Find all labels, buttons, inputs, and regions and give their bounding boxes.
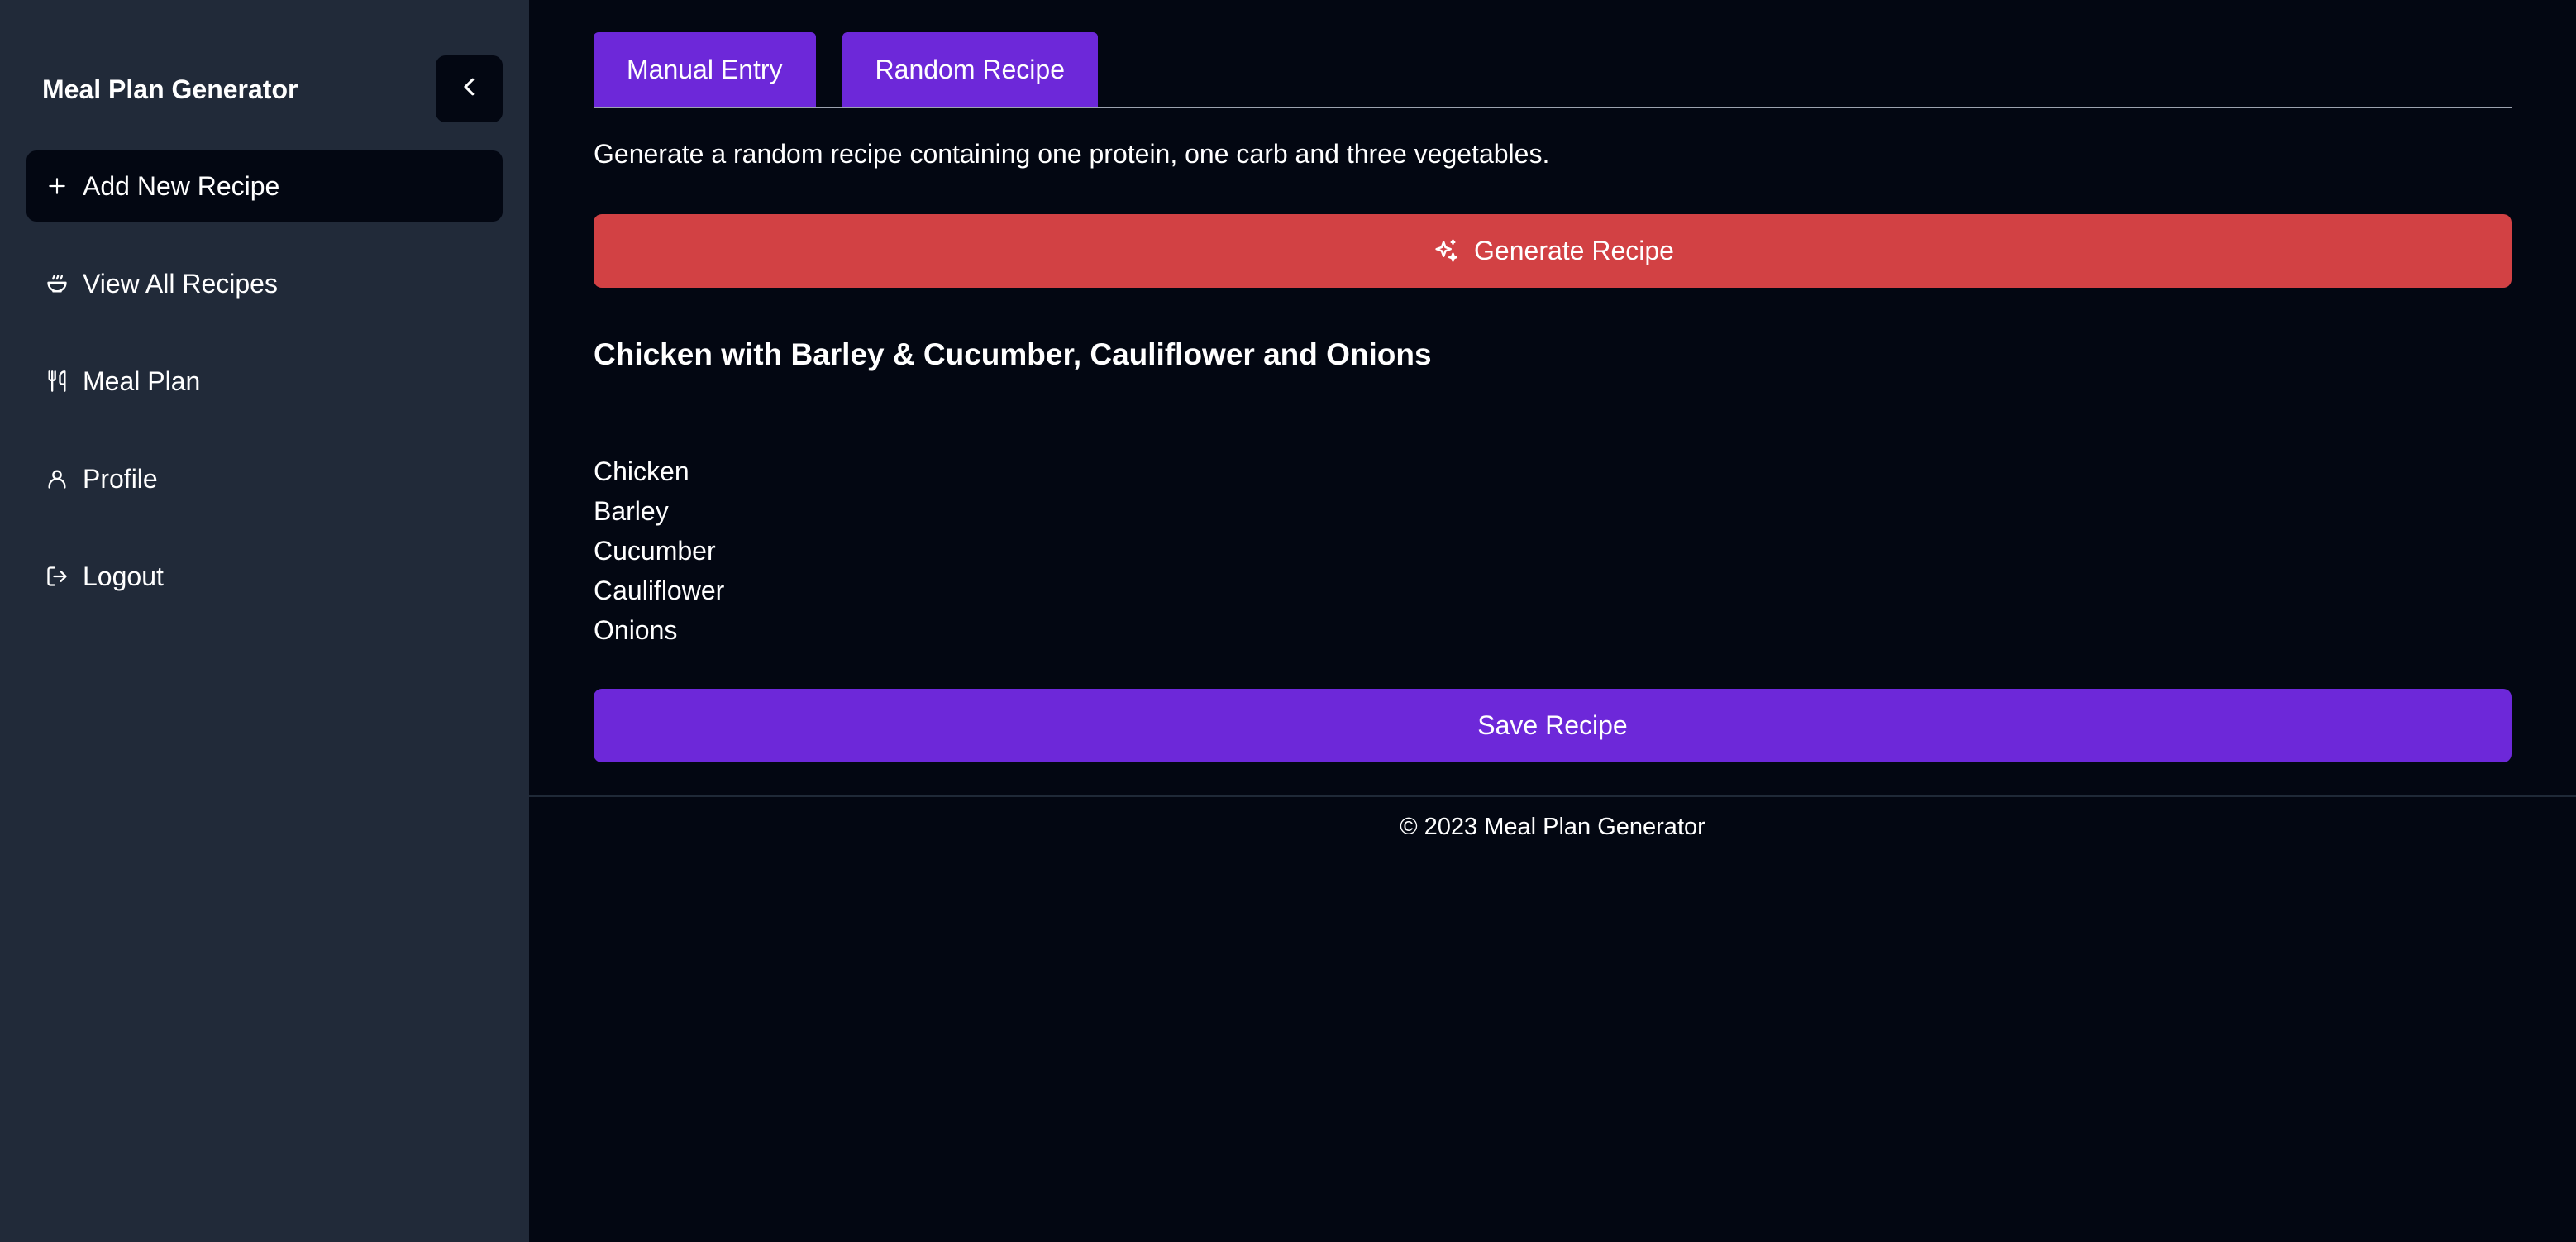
sidebar: Meal Plan Generator Add New Recipe View … [0, 0, 529, 1242]
sidebar-item-add-new-recipe[interactable]: Add New Recipe [26, 150, 503, 222]
list-item: Chicken [594, 456, 689, 486]
sidebar-item-meal-plan[interactable]: Meal Plan [26, 346, 503, 417]
ingredient-list: Chicken Barley Cucumber Cauliflower Onio… [594, 451, 724, 650]
plus-icon [45, 174, 69, 198]
tab-random-recipe[interactable]: Random Recipe [842, 32, 1098, 107]
footer-divider [529, 795, 2576, 797]
list-item: Cucumber [594, 536, 716, 566]
save-recipe-button[interactable]: Save Recipe [594, 689, 2512, 762]
sidebar-item-view-all-recipes[interactable]: View All Recipes [26, 248, 503, 319]
sidebar-item-label: Add New Recipe [83, 171, 280, 201]
chevron-left-icon [457, 74, 482, 103]
app: Meal Plan Generator Add New Recipe View … [0, 0, 2576, 1242]
user-icon [45, 466, 69, 491]
sidebar-item-profile[interactable]: Profile [26, 443, 503, 514]
list-item: Onions [594, 615, 678, 645]
collapse-sidebar-button[interactable] [436, 55, 503, 122]
sidebar-item-label: Logout [83, 561, 164, 591]
bowl-icon [45, 271, 69, 296]
generate-recipe-label: Generate Recipe [1474, 236, 1674, 265]
generate-recipe-button[interactable]: Generate Recipe [594, 214, 2512, 288]
sparkles-icon [1431, 236, 1461, 266]
utensils-icon [45, 369, 69, 394]
list-item: Cauliflower [594, 576, 725, 605]
sidebar-item-label: View All Recipes [83, 269, 278, 299]
footer-copyright: © 2023 Meal Plan Generator [1400, 814, 1705, 840]
sidebar-item-label: Profile [83, 464, 158, 494]
list-item: Barley [594, 496, 669, 526]
tab-bar: Manual Entry Random Recipe [594, 32, 1098, 107]
sidebar-item-label: Meal Plan [83, 366, 201, 396]
tab-divider [594, 107, 2512, 108]
description-text: Generate a random recipe containing one … [594, 139, 1550, 169]
logout-icon [45, 564, 69, 589]
sidebar-nav: Add New Recipe View All Recipes Meal Pla… [26, 150, 503, 638]
main-content: Manual Entry Random Recipe Generate a ra… [529, 0, 2576, 1242]
app-title: Meal Plan Generator [42, 74, 298, 104]
tab-manual-entry[interactable]: Manual Entry [594, 32, 816, 107]
recipe-title: Chicken with Barley & Cucumber, Cauliflo… [594, 337, 1432, 371]
sidebar-item-logout[interactable]: Logout [26, 541, 503, 612]
